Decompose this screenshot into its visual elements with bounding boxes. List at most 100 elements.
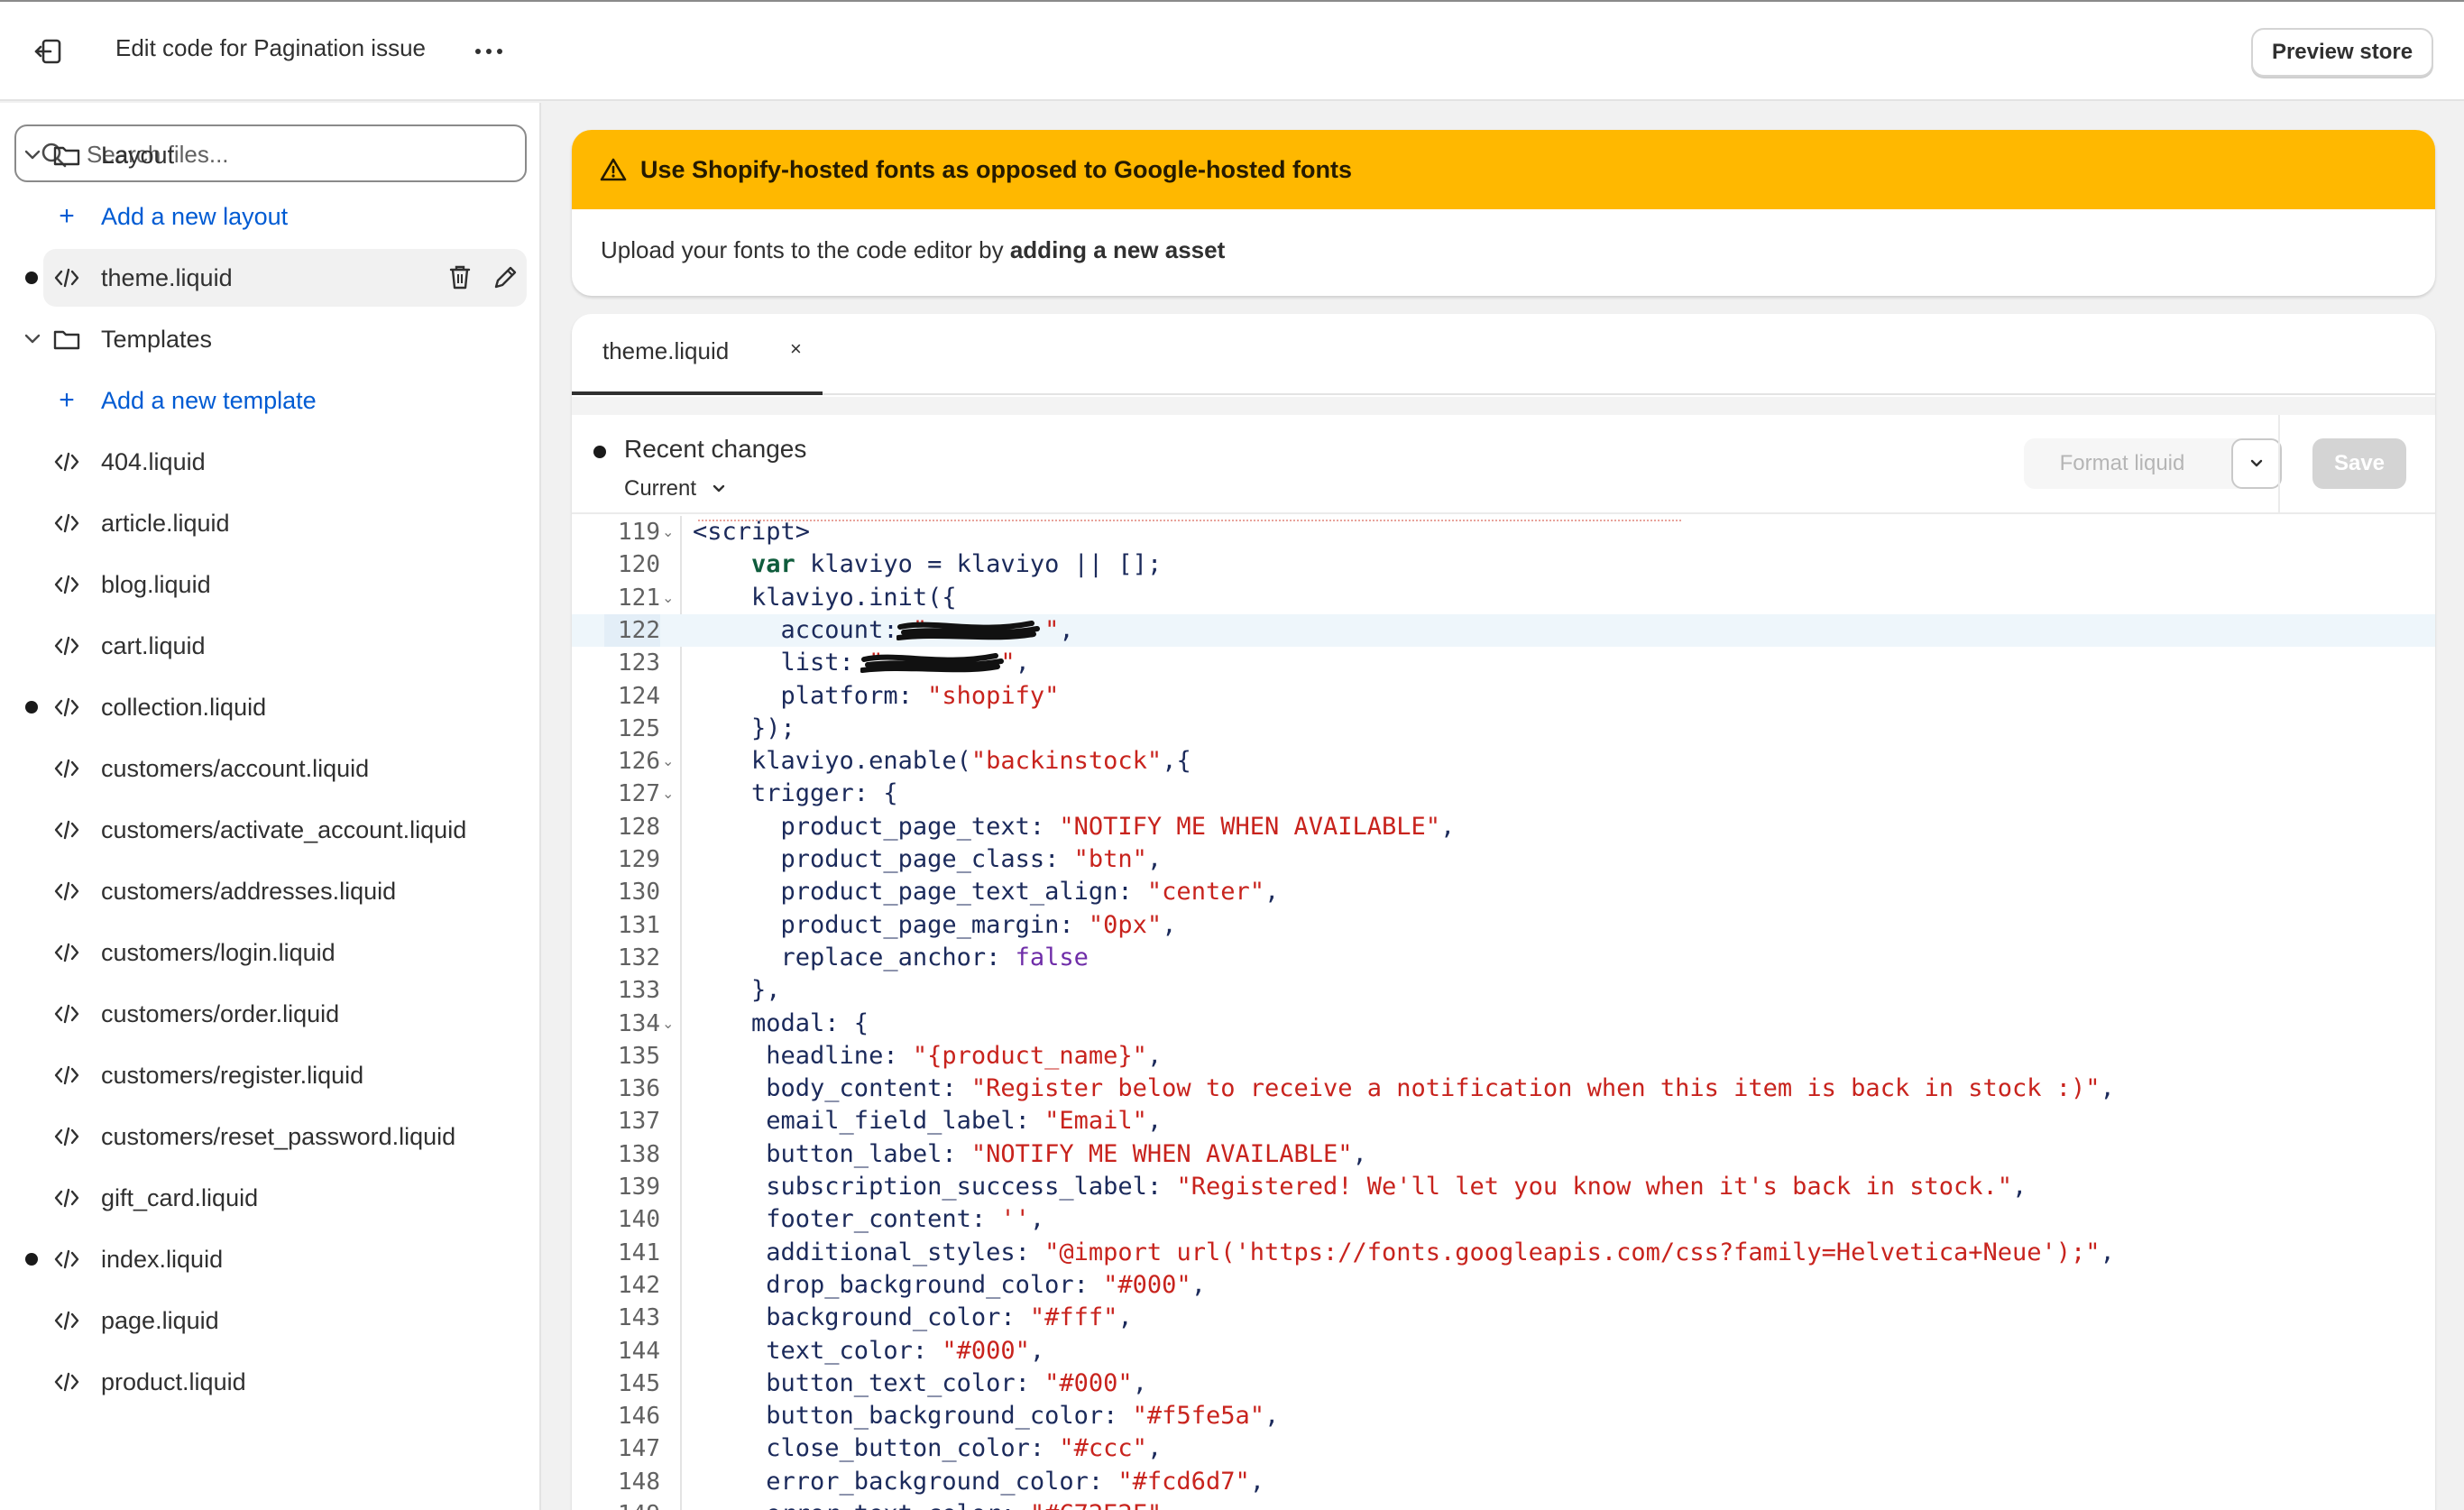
- code-line[interactable]: 125 });: [572, 713, 2435, 745]
- file-item[interactable]: cart.liquid: [43, 617, 527, 675]
- font-warning-banner: Use Shopify-hosted fonts as opposed to G…: [572, 130, 2435, 296]
- add-asset-link[interactable]: adding a new asset: [1010, 236, 1225, 263]
- code-line[interactable]: 130 product_page_text_align: "center",: [572, 876, 2435, 908]
- file-item[interactable]: customers/account.liquid: [43, 740, 527, 797]
- code-line[interactable]: 124 platform: "shopify": [572, 680, 2435, 713]
- file-name: customers/activate_account.liquid: [101, 815, 467, 843]
- code-file-icon: [54, 1311, 79, 1330]
- code-line[interactable]: 149 error_text_color: "#C72E2F",: [572, 1498, 2435, 1510]
- file-item[interactable]: index.liquid: [43, 1230, 527, 1288]
- fold-chevron-icon[interactable]: ⌄: [662, 785, 674, 802]
- code-line[interactable]: 139 subscription_success_label: "Registe…: [572, 1171, 2435, 1203]
- file-item[interactable]: page.liquid: [43, 1292, 527, 1349]
- file-item[interactable]: customers/activate_account.liquid: [43, 801, 527, 859]
- file-item[interactable]: customers/login.liquid: [43, 924, 527, 981]
- code-line[interactable]: 134 ⌄ modal: {: [572, 1008, 2435, 1040]
- preview-store-button[interactable]: Preview store: [2251, 28, 2433, 77]
- code-line[interactable]: 135 headline: "{product_name}",: [572, 1040, 2435, 1073]
- line-number: 129: [618, 846, 660, 873]
- line-number: 132: [618, 944, 660, 971]
- code-line[interactable]: 122 account: " ",: [572, 613, 2435, 647]
- code-text: product_page_margin: "0px",: [693, 910, 1177, 939]
- code-line[interactable]: 121 ⌄ klaviyo.init({: [572, 582, 2435, 614]
- file-item[interactable]: customers/order.liquid: [43, 985, 527, 1043]
- top-bar: Edit code for Pagination issue Preview s…: [0, 0, 2464, 101]
- file-item[interactable]: gift_card.liquid: [43, 1169, 527, 1227]
- code-line[interactable]: 131 product_page_margin: "0px",: [572, 909, 2435, 942]
- version-select[interactable]: Current: [624, 476, 729, 502]
- more-actions-button[interactable]: [469, 27, 509, 74]
- file-item[interactable]: collection.liquid: [43, 678, 527, 736]
- code-file-icon: [54, 1188, 79, 1208]
- code-line[interactable]: 137 email_field_label: "Email",: [572, 1105, 2435, 1137]
- code-area[interactable]: 119 ⌄ <script> 120 var klaviyo = klaviyo ||…: [572, 516, 2435, 1510]
- code-line[interactable]: 138 button_label: "NOTIFY ME WHEN AVAILA…: [572, 1138, 2435, 1171]
- code-line[interactable]: 147 close_button_color: "#ccc",: [572, 1432, 2435, 1465]
- file-item[interactable]: customers/reset_password.liquid: [43, 1108, 527, 1165]
- code-line[interactable]: 142 drop_background_color: "#000",: [572, 1269, 2435, 1302]
- add-layout-button[interactable]: + Add a new layout: [43, 188, 527, 245]
- line-number: 120: [618, 551, 660, 579]
- code-line[interactable]: 144 text_color: "#000",: [572, 1335, 2435, 1367]
- tab-theme-liquid[interactable]: theme.liquid ×: [572, 314, 823, 395]
- code-line[interactable]: 145 button_text_color: "#000",: [572, 1367, 2435, 1400]
- file-item[interactable]: theme.liquid: [43, 249, 527, 307]
- file-item[interactable]: 404.liquid: [43, 433, 527, 491]
- fold-chevron-icon[interactable]: ⌄: [662, 589, 674, 606]
- code-line[interactable]: 127 ⌄ trigger: {: [572, 778, 2435, 810]
- code-line[interactable]: 123 list: " ",: [572, 647, 2435, 679]
- folder-label: Templates: [101, 325, 213, 353]
- code-line[interactable]: 146 button_background_color: "#f5fe5a",: [572, 1400, 2435, 1432]
- line-number: 126: [618, 748, 660, 776]
- folder-templates[interactable]: Templates: [24, 310, 527, 368]
- file-item[interactable]: product.liquid: [43, 1353, 527, 1411]
- fold-chevron-icon[interactable]: ⌄: [662, 1015, 674, 1032]
- divider: [572, 397, 2435, 415]
- close-tab-icon[interactable]: ×: [790, 337, 802, 361]
- file-item[interactable]: customers/addresses.liquid: [43, 862, 527, 920]
- editor-toolbar: Recent changes Current Format liquid Sav…: [572, 415, 2435, 514]
- code-text: button_text_color: "#000",: [693, 1368, 1147, 1397]
- code-line[interactable]: 129 product_page_class: "btn",: [572, 843, 2435, 876]
- exit-editor-button[interactable]: [25, 29, 76, 76]
- code-line[interactable]: 140 footer_content: '',: [572, 1203, 2435, 1236]
- file-name: customers/addresses.liquid: [101, 877, 397, 905]
- code-line[interactable]: 141 additional_styles: "@import url('htt…: [572, 1237, 2435, 1269]
- file-name: cart.liquid: [101, 631, 206, 659]
- file-item[interactable]: article.liquid: [43, 494, 527, 552]
- file-name: theme.liquid: [101, 263, 233, 291]
- chevron-down-icon[interactable]: [22, 144, 43, 166]
- chevron-down-icon[interactable]: [22, 328, 43, 350]
- code-text: },: [693, 976, 781, 1005]
- code-line[interactable]: 120 var klaviyo = klaviyo || [];: [572, 548, 2435, 581]
- folder-layout[interactable]: Layout: [24, 126, 527, 184]
- code-line[interactable]: 128 product_page_text: "NOTIFY ME WHEN A…: [572, 811, 2435, 843]
- file-item[interactable]: customers/register.liquid: [43, 1046, 527, 1104]
- format-liquid-button[interactable]: Format liquid: [2024, 438, 2220, 489]
- line-number: 142: [618, 1271, 660, 1299]
- save-button[interactable]: Save: [2312, 438, 2406, 489]
- file-name: index.liquid: [101, 1245, 224, 1273]
- code-line[interactable]: 133 },: [572, 974, 2435, 1007]
- line-number: 134: [618, 1009, 660, 1037]
- page-title: Edit code for Pagination issue: [115, 34, 426, 61]
- code-text: error_background_color: "#fcd6d7",: [693, 1467, 1264, 1496]
- code-text: klaviyo.init({: [693, 583, 957, 612]
- code-line[interactable]: 143 background_color: "#fff",: [572, 1302, 2435, 1334]
- fold-chevron-icon[interactable]: ⌄: [662, 752, 674, 769]
- add-template-button[interactable]: + Add a new template: [43, 372, 527, 429]
- file-item[interactable]: blog.liquid: [43, 556, 527, 613]
- code-line[interactable]: 126 ⌄ klaviyo.enable("backinstock",{: [572, 745, 2435, 778]
- code-line[interactable]: 119 ⌄ <script>: [572, 516, 2435, 548]
- folder-label: Layout: [101, 141, 175, 169]
- folder-icon: [53, 330, 80, 350]
- fold-chevron-icon[interactable]: ⌄: [662, 523, 674, 540]
- code-line[interactable]: 136 body_content: "Register below to rec…: [572, 1073, 2435, 1105]
- format-options-button[interactable]: [2231, 438, 2282, 489]
- code-line[interactable]: 148 error_background_color: "#fcd6d7",: [572, 1466, 2435, 1498]
- pencil-icon[interactable]: [489, 260, 521, 296]
- code-line[interactable]: 132 replace_anchor: false: [572, 942, 2435, 974]
- trash-icon[interactable]: [444, 260, 476, 296]
- line-number: 121: [618, 584, 660, 612]
- code-file-icon: [54, 1065, 79, 1085]
